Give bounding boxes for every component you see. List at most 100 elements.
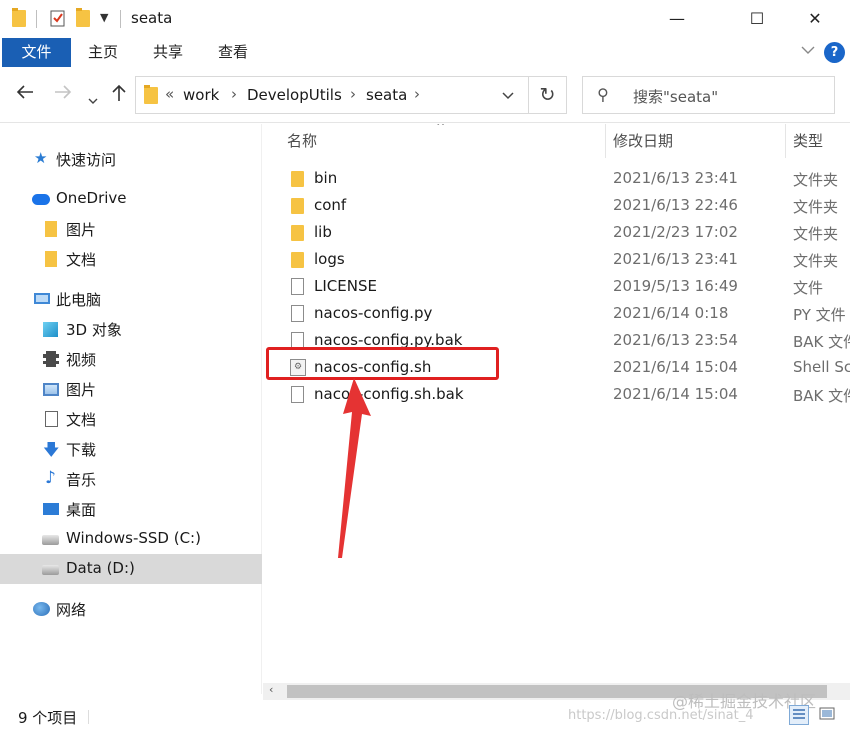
file-row-lib[interactable]: lib 2021/2/23 17:02 文件夹 xyxy=(263,219,850,246)
sidebar-item-label: 文档 xyxy=(66,411,97,429)
column-header-type[interactable]: 类型 xyxy=(793,124,823,158)
title-separator xyxy=(36,10,37,28)
desktop-icon xyxy=(43,503,59,515)
file-date: 2021/6/14 15:04 xyxy=(613,358,738,376)
column-header-date[interactable]: 修改日期 xyxy=(613,124,673,158)
file-row-license[interactable]: LICENSE 2019/5/13 16:49 文件 xyxy=(263,273,850,300)
sidebar-item-drive-c[interactable]: Windows-SSD (C:) xyxy=(0,524,262,554)
address-bar[interactable]: « work › DevelopUtils › seata › xyxy=(135,76,529,114)
file-row-nacos-config-py[interactable]: nacos-config.py 2021/6/14 0:18 PY 文件 xyxy=(263,300,850,327)
folder-icon xyxy=(291,225,304,241)
ribbon: 文件 主页 共享 查看 ? xyxy=(0,38,850,67)
sidebar-item-3d-objects[interactable]: 3D 对象 xyxy=(0,314,262,344)
properties-icon[interactable] xyxy=(50,9,66,31)
up-icon[interactable] xyxy=(112,84,126,107)
sidebar-item-drive-d[interactable]: Data (D:) xyxy=(0,554,262,584)
status-separator xyxy=(88,710,89,724)
close-button[interactable]: ✕ xyxy=(780,0,850,38)
sidebar-item-label: Data (D:) xyxy=(66,559,135,577)
minimize-button[interactable]: — xyxy=(642,0,712,38)
file-name: lib xyxy=(314,223,332,241)
new-folder-icon[interactable] xyxy=(76,8,90,27)
sidebar-item-label: 桌面 xyxy=(66,501,97,519)
sidebar-item-pictures[interactable]: 图片 xyxy=(0,374,262,404)
sidebar-item-videos[interactable]: 视频 xyxy=(0,344,262,374)
sidebar-item-label: 图片 xyxy=(66,381,97,399)
sidebar-item-this-pc[interactable]: 此电脑 xyxy=(0,284,262,314)
navigation-pane: ★ 快速访问 OneDrive 图片 文档 此电脑 3D 对象 视频 图片 文档… xyxy=(0,124,262,694)
search-icon: ⚲ xyxy=(597,85,609,104)
forward-icon[interactable] xyxy=(54,84,72,105)
tab-home[interactable]: 主页 xyxy=(88,38,118,67)
breadcrumb-developutils[interactable]: DevelopUtils xyxy=(247,86,342,104)
large-icons-view-icon[interactable] xyxy=(818,705,838,725)
refresh-icon[interactable]: ↻ xyxy=(529,76,567,114)
file-type: Shell Script xyxy=(793,358,850,376)
back-icon[interactable] xyxy=(16,84,34,105)
sidebar-item-music[interactable]: ♪ 音乐 xyxy=(0,464,262,494)
download-icon: 🡇 xyxy=(43,440,60,459)
tab-view[interactable]: 查看 xyxy=(218,38,248,67)
file-row-conf[interactable]: conf 2021/6/13 22:46 文件夹 xyxy=(263,192,850,219)
file-date: 2021/6/14 0:18 xyxy=(613,304,729,322)
file-icon xyxy=(291,386,304,403)
sidebar-item-onedrive-pictures[interactable]: 图片 xyxy=(0,214,262,244)
document-icon xyxy=(45,411,58,427)
sidebar-item-onedrive-documents[interactable]: 文档 xyxy=(0,244,262,274)
sidebar-item-desktop[interactable]: 桌面 xyxy=(0,494,262,524)
help-button[interactable]: ? xyxy=(824,42,845,63)
column-header-name[interactable]: 名称 xyxy=(287,124,317,158)
sort-ascending-icon: ^ xyxy=(436,124,446,133)
sidebar-item-label: 此电脑 xyxy=(56,291,102,309)
file-date: 2021/6/13 23:41 xyxy=(613,169,738,187)
status-bar: 9 个项目 https://blog.csdn.net/sinat_4 @稀土掘… xyxy=(0,692,850,731)
pc-icon xyxy=(34,293,50,304)
folder-icon xyxy=(291,171,304,187)
details-view-icon[interactable] xyxy=(789,705,809,725)
tab-file[interactable]: 文件 xyxy=(2,38,71,67)
search-input[interactable]: 搜索"seata" xyxy=(633,86,718,107)
folder-icon xyxy=(291,198,304,214)
sidebar-item-onedrive[interactable]: OneDrive xyxy=(0,184,262,214)
picture-icon xyxy=(43,383,59,396)
customize-toolbar-icon[interactable]: ▼ xyxy=(100,11,108,24)
address-dropdown-icon[interactable] xyxy=(501,85,515,109)
overflow-chevron[interactable]: « xyxy=(165,85,174,103)
file-date: 2021/6/13 22:46 xyxy=(613,196,738,214)
expand-ribbon-icon[interactable] xyxy=(800,42,816,58)
file-row-logs[interactable]: logs 2021/6/13 23:41 文件夹 xyxy=(263,246,850,273)
sidebar-item-label: 3D 对象 xyxy=(66,321,122,339)
file-name: conf xyxy=(314,196,347,214)
scroll-left-icon[interactable]: ‹ xyxy=(269,683,273,696)
file-row-bin[interactable]: bin 2021/6/13 23:41 文件夹 xyxy=(263,165,850,192)
breadcrumb-seata[interactable]: seata xyxy=(366,86,407,104)
search-box[interactable]: ⚲ 搜索"seata" xyxy=(582,76,835,114)
title-bar: ▼ seata — ☐ ✕ xyxy=(0,0,850,38)
window-title: seata xyxy=(131,9,173,27)
folder-icon xyxy=(45,221,57,237)
cube-icon xyxy=(43,322,58,337)
sidebar-item-label: 视频 xyxy=(66,351,97,369)
recent-locations-icon[interactable] xyxy=(88,89,98,110)
network-icon xyxy=(33,602,50,616)
file-date: 2021/6/13 23:54 xyxy=(613,331,738,349)
column-divider[interactable] xyxy=(785,124,786,158)
breadcrumb-separator[interactable]: › xyxy=(350,85,356,103)
tab-share[interactable]: 共享 xyxy=(153,38,183,67)
sidebar-item-downloads[interactable]: 🡇 下载 xyxy=(0,434,262,464)
breadcrumb-separator[interactable]: › xyxy=(414,85,420,103)
file-date: 2021/6/13 23:41 xyxy=(613,250,738,268)
sidebar-item-quick-access[interactable]: ★ 快速访问 xyxy=(0,144,262,174)
file-date: 2019/5/13 16:49 xyxy=(613,277,738,295)
sidebar-item-documents[interactable]: 文档 xyxy=(0,404,262,434)
column-divider[interactable] xyxy=(605,124,606,158)
sidebar-item-network[interactable]: 网络 xyxy=(0,594,262,624)
breadcrumb-work[interactable]: work xyxy=(183,86,219,104)
folder-icon xyxy=(12,8,26,27)
file-type: BAK 文件 xyxy=(793,333,850,351)
file-type: BAK 文件 xyxy=(793,387,850,405)
star-icon: ★ xyxy=(34,149,48,167)
breadcrumb-separator[interactable]: › xyxy=(231,85,237,103)
title-separator xyxy=(120,10,121,28)
file-type: 文件夹 xyxy=(793,252,839,270)
